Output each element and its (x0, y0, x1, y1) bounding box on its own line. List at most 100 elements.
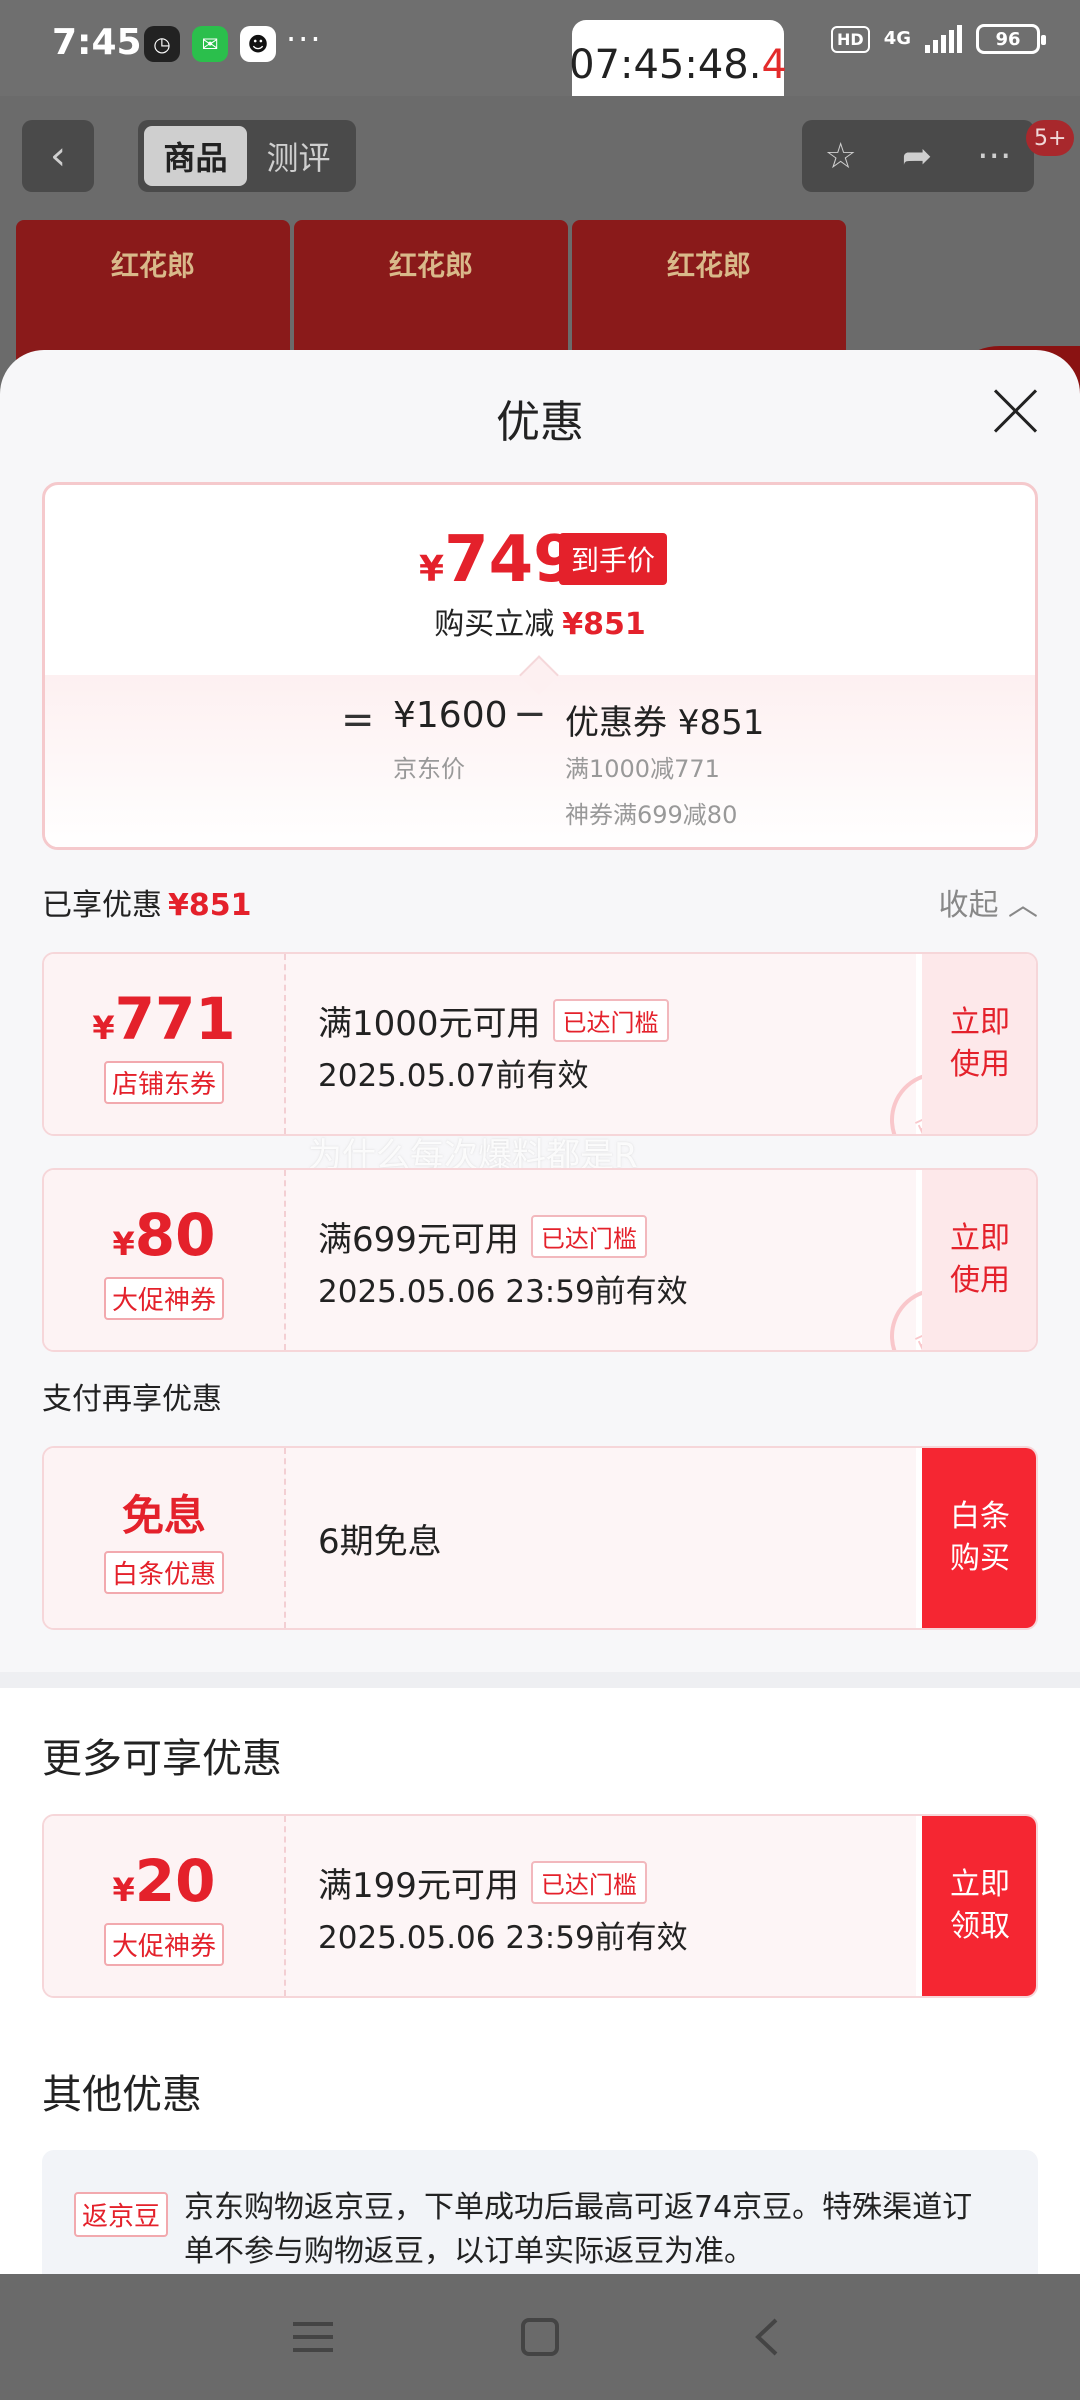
box-label: 红花郎 (110, 249, 195, 282)
final-price-tag: 到手价 (559, 533, 668, 585)
favorite-star-icon[interactable]: ☆ (825, 136, 857, 177)
installment-text: 6期免息 (318, 1521, 442, 1562)
product-box: 红花郎 (16, 220, 290, 360)
use-coupon-button[interactable]: 立即 使用 (922, 1170, 1036, 1350)
action-line: 立即 (950, 1005, 1010, 1040)
coupon-card: ¥80 大促神券 满699元可用 已达门槛 2025.05.06 23:59前有效… (42, 1168, 1038, 1352)
coupon-condition-text: 满1000元可用 (318, 1004, 541, 1044)
interest-free-title: 免息 (122, 1482, 206, 1543)
coupon-type-tag: 店铺东券 (103, 1060, 224, 1104)
sheet-title: 优惠 (496, 397, 584, 448)
use-coupon-button[interactable]: 立即 使用 (922, 954, 1036, 1134)
action-line: 使用 (950, 1047, 1010, 1082)
price-summary-card: ¥ 749 到手价 购买立减 ¥851 = ¥1600 京东价 − 优惠券 ¥85… (42, 482, 1038, 850)
coupon-expiry: 2025.05.06 23:59前有效 (318, 1274, 688, 1310)
claim-coupon-button[interactable]: 立即 领取 (922, 1816, 1036, 1996)
coupon-amount-panel: ¥771 店铺东券 (44, 954, 286, 1134)
baitiao-tag: 白条优惠 (103, 1551, 224, 1594)
price-breakdown: = ¥1600 京东价 − 优惠券 ¥851 满1000减771 神券满699减… (45, 655, 1035, 847)
discount-sheet: 优惠 ¥ 749 到手价 购买立减 ¥851 = ¥1600 京东价 − 优惠券 … (0, 350, 1080, 2274)
clock-main: 07:45:48. (569, 42, 762, 88)
network-type: 4G (883, 28, 911, 49)
product-box: 红花郎 (572, 220, 846, 360)
coupon-detail: 满1000减771 (565, 755, 720, 783)
final-price-value: 749 (444, 523, 578, 597)
back-button[interactable]: ‹ (22, 120, 94, 192)
status-indicators: HD 4G 96 (831, 24, 1046, 54)
baitiao-info: 6期免息 (286, 1448, 916, 1628)
coupon-amount: ¥20 (113, 1847, 216, 1915)
jd-price: ¥1600 (393, 695, 508, 736)
minus-sign: − (513, 691, 547, 737)
jingdou-offer: 返京豆 京东购物返京豆，下单成功后最高可返74京豆。特殊渠道订单不参与购物返豆，… (42, 2150, 1038, 2274)
home-icon[interactable] (508, 2305, 572, 2369)
threshold-badge: 已达门槛 (530, 1215, 647, 1258)
share-icon[interactable]: ➦ (902, 136, 932, 177)
hd-icon: HD (831, 25, 870, 53)
yen-sign: ¥ (419, 549, 445, 590)
box-label: 红花郎 (666, 249, 751, 282)
wechat-icon: ✉ (192, 26, 228, 62)
equals-sign: = (341, 697, 375, 743)
coupon-condition-text: 满699元可用 (318, 1220, 519, 1260)
action-line: 使用 (950, 1263, 1010, 1298)
final-price: ¥ 749 (419, 523, 578, 597)
tab-goods[interactable]: 商品 (144, 126, 247, 186)
coupon-type-tag: 大促神券 (103, 1276, 224, 1320)
system-nav-bar (0, 2274, 1080, 2400)
more-notifications-icon: ··· (286, 20, 323, 58)
coupon-amount-panel: ¥80 大促神券 (44, 1170, 286, 1350)
coupon-amount-panel: ¥20 大促神券 (44, 1816, 286, 1996)
coupon-amount: ¥771 (92, 985, 235, 1053)
header-actions: ☆ ➦ ··· (802, 120, 1034, 192)
product-image: 红花郎 红花郎 红花郎 (16, 220, 846, 360)
more-icon[interactable]: ··· (977, 136, 1011, 177)
jd-price-label: 京东价 (393, 755, 465, 783)
action-line: 领取 (950, 1909, 1010, 1944)
coupon-condition: 满1000元可用 已达门槛 (318, 996, 669, 1045)
box-label: 红花郎 (388, 249, 473, 282)
message-badge: 5+ (1026, 120, 1075, 156)
coupon-expiry: 2025.05.07前有效 (318, 1058, 589, 1094)
product-box: 红花郎 (294, 220, 568, 360)
baitiao-buy-button[interactable]: 白条 购买 (922, 1448, 1036, 1628)
enjoyed-value: ¥851 (168, 888, 252, 923)
action-line: 白条 (950, 1499, 1010, 1534)
menu-icon[interactable] (281, 2305, 345, 2369)
enjoyed-heading: 已享优惠 ¥851 (42, 880, 252, 924)
more-offers-heading: 更多可享优惠 (42, 1736, 282, 1782)
coupon-condition: 满699元可用 已达门槛 (318, 1212, 647, 1261)
qq-icon: ☻ (240, 26, 276, 62)
yen-sign: ¥ (112, 1870, 135, 1909)
baitiao-panel: 免息 白条优惠 (44, 1448, 286, 1628)
threshold-badge: 已达门槛 (552, 999, 669, 1042)
enjoyed-label: 已享优惠 (42, 888, 162, 923)
coupon-amount: ¥80 (113, 1201, 216, 1269)
coupon-expiry: 2025.05.06 23:59前有效 (318, 1920, 688, 1956)
signal-icon (925, 25, 962, 53)
coupon-amount-value: 80 (134, 1200, 216, 1269)
reduce-value: ¥851 (562, 607, 646, 642)
close-icon[interactable] (990, 386, 1040, 436)
coupon-card: ¥771 店铺东券 满1000元可用已达门槛 2025.05.07前有效 已领 … (42, 952, 1038, 1136)
coupon-condition-text: 满199元可用 (318, 1866, 519, 1906)
coupon-type-tag: 大促神券 (103, 1922, 224, 1966)
pay-section-heading: 支付再享优惠 (42, 1382, 222, 1417)
battery-level: 96 (995, 28, 1021, 50)
yen-sign: ¥ (92, 1008, 115, 1047)
coupon-amount-value: 771 (114, 984, 236, 1053)
reduce-line: 购买立减 ¥851 (45, 599, 1035, 643)
tab-review[interactable]: 测评 (247, 126, 350, 186)
threshold-badge: 已达门槛 (530, 1861, 647, 1904)
back-icon[interactable] (735, 2305, 799, 2369)
product-tabs: 商品 测评 (138, 120, 356, 192)
baitiao-card: 免息 白条优惠 6期免息 白条 购买 (42, 1446, 1038, 1630)
section-divider (0, 1672, 1080, 1688)
reduce-label: 购买立减 (434, 607, 555, 642)
other-offers-heading: 其他优惠 (42, 2072, 202, 2118)
coupon-info: 满199元可用 已达门槛 2025.05.06 23:59前有效 (286, 1816, 916, 1996)
clock-app-icon: ◷ (144, 26, 180, 62)
collapse-button[interactable]: 收起 ︿ (938, 880, 1038, 924)
product-header: ‹ 商品 测评 ☆ ➦ ··· 5+ 红花郎 红花郎 红花郎 (0, 96, 1080, 466)
coupon-condition: 满199元可用 已达门槛 (318, 1858, 647, 1907)
